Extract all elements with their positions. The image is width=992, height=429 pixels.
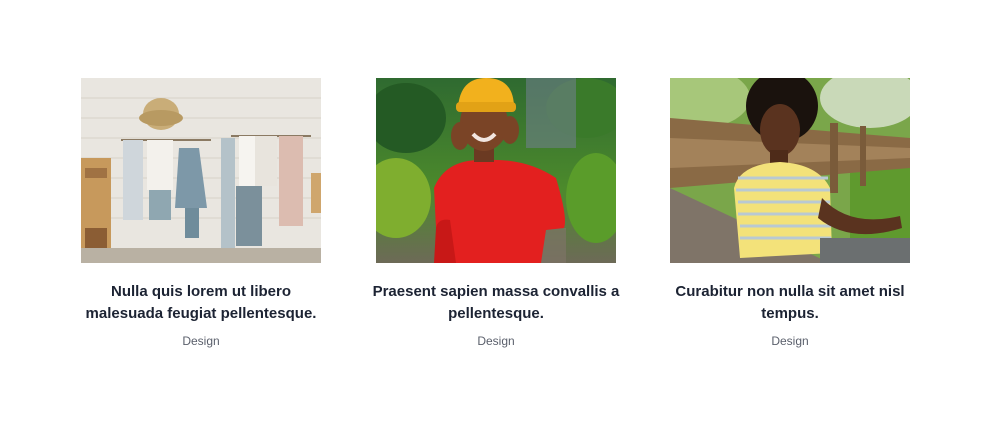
post-grid: Nulla quis lorem ut libero malesuada feu… bbox=[0, 0, 992, 429]
post-title[interactable]: Curabitur non nulla sit amet nisl tempus… bbox=[670, 281, 910, 325]
post-card: Praesent sapien massa convallis a pellen… bbox=[373, 78, 619, 349]
post-thumbnail-link[interactable] bbox=[670, 78, 910, 263]
post-category[interactable]: Design bbox=[81, 333, 321, 349]
post-image-clothing-store bbox=[81, 78, 321, 263]
post-image-woman-yellow-beanie bbox=[376, 78, 616, 263]
post-category[interactable]: Design bbox=[670, 333, 910, 349]
post-image-woman-guardrail bbox=[670, 78, 910, 263]
post-card: Curabitur non nulla sit amet nisl tempus… bbox=[670, 78, 910, 349]
post-thumbnail-link[interactable] bbox=[81, 78, 321, 263]
post-title[interactable]: Praesent sapien massa convallis a pellen… bbox=[366, 281, 626, 325]
post-title[interactable]: Nulla quis lorem ut libero malesuada feu… bbox=[81, 281, 321, 325]
post-thumbnail-link[interactable] bbox=[376, 78, 616, 263]
post-category[interactable]: Design bbox=[376, 333, 616, 349]
post-card: Nulla quis lorem ut libero malesuada feu… bbox=[81, 78, 321, 349]
